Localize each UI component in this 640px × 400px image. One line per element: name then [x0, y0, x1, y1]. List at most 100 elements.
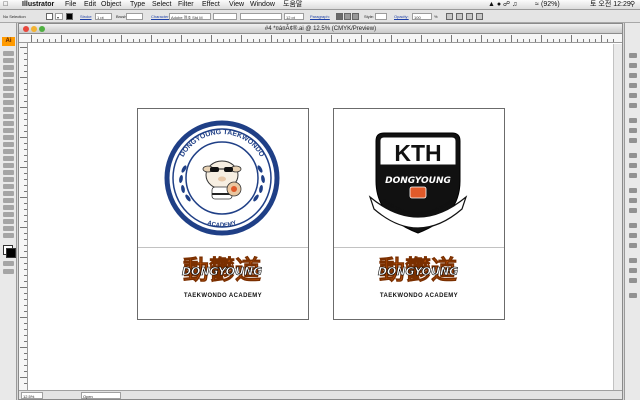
panel-menu-icon[interactable]	[476, 13, 483, 20]
align-panel-icon[interactable]	[629, 188, 637, 193]
align-center-icon[interactable]	[344, 13, 351, 20]
brush-dropdown[interactable]	[126, 13, 143, 20]
stroke-color-swatch[interactable]	[6, 248, 16, 258]
swatches-panel-icon[interactable]	[629, 83, 637, 88]
vertical-scrollbar[interactable]	[613, 44, 622, 390]
actions-panel-icon[interactable]	[629, 268, 637, 273]
opentype-panel-icon[interactable]	[629, 243, 637, 248]
spotlight-icon[interactable]: ⚲	[630, 0, 635, 10]
zoom-field[interactable]: 12.5%	[21, 392, 43, 399]
blend-tool-icon[interactable]	[3, 184, 14, 189]
menu-filter[interactable]: Filter	[178, 0, 194, 10]
direct-select-tool-icon[interactable]	[3, 58, 14, 63]
navigator-panel-icon[interactable]	[629, 53, 637, 58]
font-size-field[interactable]: 12 pt	[284, 13, 304, 20]
type-tool-icon[interactable]	[3, 86, 14, 91]
menu-edit[interactable]: Edit	[84, 0, 96, 10]
attributes-panel-icon[interactable]	[629, 278, 637, 283]
rectangle-tool-icon[interactable]	[3, 100, 14, 105]
menu-file[interactable]: File	[65, 0, 76, 10]
color-panel-icon[interactable]	[629, 73, 637, 78]
graphic-styles-panel-icon[interactable]	[629, 163, 637, 168]
eyedropper-tool-icon[interactable]	[3, 177, 14, 182]
font-weight-field[interactable]	[240, 13, 282, 20]
transform-panel-icon[interactable]	[629, 208, 637, 213]
zoom-tool-icon[interactable]	[3, 233, 14, 238]
opacity-link[interactable]: Opacity:	[394, 10, 409, 23]
symbol-sprayer-tool-icon[interactable]	[3, 149, 14, 154]
align-left-icon[interactable]	[336, 13, 343, 20]
crop-tool-icon[interactable]	[3, 198, 14, 203]
artboard-right[interactable]: KTH DONGYOUNG DONG YOUNG TAEKWONDO KOREA…	[333, 108, 505, 320]
align-right-icon[interactable]	[352, 13, 359, 20]
fill-swatch[interactable]	[46, 13, 53, 20]
artboard-left[interactable]: DONGYOUNG TAEKWONDO ACADEMY 動鬱道 DONGYOUN…	[137, 108, 309, 320]
paintbrush-tool-icon[interactable]	[3, 107, 14, 112]
isolate-icon[interactable]	[456, 13, 463, 20]
battery-status[interactable]: (92%)	[541, 0, 560, 10]
ruler-tick	[361, 35, 362, 42]
font-family-field[interactable]: Adobe 명조 Std M	[169, 13, 211, 20]
scale-tool-icon[interactable]	[3, 128, 14, 133]
transform-icon[interactable]	[466, 13, 473, 20]
pencil-tool-icon[interactable]	[3, 114, 14, 119]
fill-dropdown[interactable]: ▾	[55, 13, 63, 20]
apple-icon[interactable]: 	[3, 0, 8, 10]
color-mode-icon[interactable]	[3, 261, 14, 266]
wifi-icon[interactable]: ≈	[535, 0, 539, 10]
eraser-tool-icon[interactable]	[3, 212, 14, 217]
symbols-panel-icon[interactable]	[629, 103, 637, 108]
menu-help[interactable]: 도움말	[283, 0, 302, 10]
ruler-tick	[24, 185, 27, 186]
vertical-ruler[interactable]	[19, 43, 28, 390]
hand-tool-icon[interactable]	[3, 226, 14, 231]
transparency-panel-icon[interactable]	[629, 138, 637, 143]
stroke-swatch[interactable]	[66, 13, 73, 20]
gradient-panel-icon[interactable]	[629, 128, 637, 133]
artboard-canvas[interactable]: DONGYOUNG TAEKWONDO ACADEMY 動鬱道 DONGYOUN…	[29, 44, 622, 390]
mesh-tool-icon[interactable]	[3, 163, 14, 168]
paragraph-link[interactable]: Paragraph:	[310, 10, 330, 23]
stroke-link[interactable]: Stroke	[80, 10, 92, 23]
info-panel-icon[interactable]	[629, 63, 637, 68]
stroke-panel-icon[interactable]	[629, 118, 637, 123]
menu-window[interactable]: Window	[250, 0, 275, 10]
document-info-panel-icon[interactable]	[629, 293, 637, 298]
menu-clock[interactable]: 토 오전 12:29	[590, 0, 631, 10]
layers-panel-icon[interactable]	[629, 173, 637, 178]
brushes-panel-icon[interactable]	[629, 93, 637, 98]
free-transform-tool-icon[interactable]	[3, 142, 14, 147]
magic-wand-tool-icon[interactable]	[3, 65, 14, 70]
warp-tool-icon[interactable]	[3, 135, 14, 140]
slice-tool-icon[interactable]	[3, 205, 14, 210]
pen-tool-icon[interactable]	[3, 79, 14, 84]
style-dropdown[interactable]	[375, 13, 387, 20]
menu-view[interactable]: View	[229, 0, 244, 10]
menu-type[interactable]: Type	[130, 0, 145, 10]
scissors-tool-icon[interactable]	[3, 219, 14, 224]
character-link[interactable]: Character:	[151, 10, 170, 23]
font-style-field[interactable]	[213, 13, 237, 20]
screen-mode-icon[interactable]	[3, 269, 14, 274]
live-paint-tool-icon[interactable]	[3, 191, 14, 196]
status-field[interactable]: Open	[81, 392, 121, 399]
rotate-tool-icon[interactable]	[3, 121, 14, 126]
appearance-panel-icon[interactable]	[629, 153, 637, 158]
graph-tool-icon[interactable]	[3, 156, 14, 161]
menu-select[interactable]: Select	[152, 0, 171, 10]
menu-effect[interactable]: Effect	[202, 0, 220, 10]
horizontal-ruler[interactable]	[19, 34, 622, 43]
gradient-tool-icon[interactable]	[3, 170, 14, 175]
opacity-field[interactable]: 100	[412, 13, 432, 20]
menu-object[interactable]: Object	[101, 0, 121, 10]
app-menu[interactable]: Illustrator	[22, 0, 54, 10]
links-panel-icon[interactable]	[629, 258, 637, 263]
paragraph-panel-icon[interactable]	[629, 233, 637, 238]
pathfinder-panel-icon[interactable]	[629, 198, 637, 203]
selection-tool-icon[interactable]	[3, 51, 14, 56]
recolor-icon[interactable]	[446, 13, 453, 20]
character-panel-icon[interactable]	[629, 223, 637, 228]
stroke-weight-field[interactable]: 1 pt	[95, 13, 112, 20]
lasso-tool-icon[interactable]	[3, 72, 14, 77]
line-tool-icon[interactable]	[3, 93, 14, 98]
